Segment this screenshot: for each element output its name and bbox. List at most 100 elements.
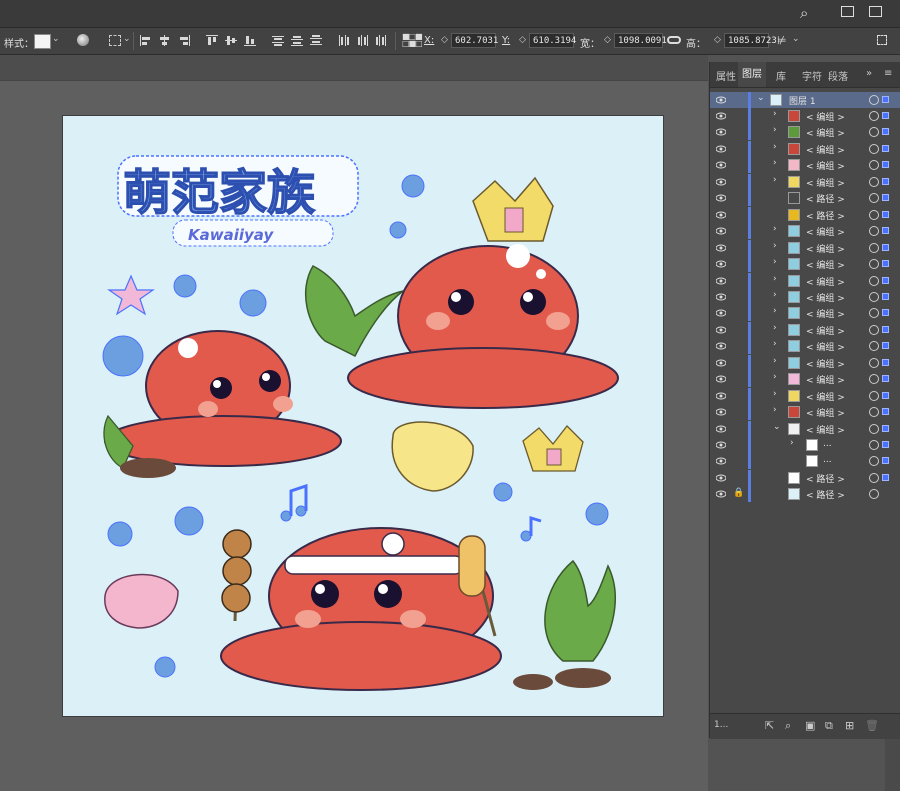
- visibility-eye-icon[interactable]: [715, 243, 727, 253]
- align-vcenter-icon[interactable]: [225, 35, 237, 46]
- distribute-top-icon[interactable]: [272, 35, 284, 46]
- new-layer-icon[interactable]: ⊞: [845, 719, 854, 732]
- selection-indicator[interactable]: [882, 194, 889, 202]
- width-field[interactable]: 1098.0091: [614, 33, 667, 48]
- align-bottom-icon[interactable]: [244, 35, 256, 46]
- delete-icon[interactable]: 🗑: [865, 719, 879, 732]
- distribute-bottom-icon[interactable]: [310, 35, 322, 46]
- visibility-eye-icon[interactable]: [715, 374, 727, 384]
- target-icon[interactable]: [869, 324, 879, 335]
- artboard[interactable]: 萌范家族 Kawaiiyay: [63, 116, 663, 716]
- layer-row-main[interactable]: ⌄ 图层 1: [710, 92, 900, 108]
- target-icon[interactable]: [869, 291, 879, 302]
- arrange-documents-icon[interactable]: [841, 6, 854, 17]
- selection-indicator[interactable]: [882, 408, 889, 416]
- transform-dropdown-icon[interactable]: ⌄: [792, 34, 800, 44]
- y-field[interactable]: 610.3194: [529, 33, 576, 48]
- collapse-chevron-icon[interactable]: ⌄: [773, 422, 781, 432]
- selection-indicator[interactable]: [882, 227, 889, 235]
- layer-name[interactable]: < 路径 >: [806, 209, 845, 222]
- layer-name[interactable]: < 路径 >: [806, 472, 845, 485]
- layer-name[interactable]: < 编组 >: [806, 126, 845, 139]
- layer-row[interactable]: › < 编组 >: [710, 404, 900, 421]
- selection-indicator[interactable]: [882, 457, 889, 465]
- layer-name[interactable]: 图层 1: [789, 94, 816, 107]
- layer-row[interactable]: › < 编组 >: [710, 338, 900, 355]
- locate-object-icon[interactable]: ⌕: [785, 719, 791, 733]
- layer-name[interactable]: < 路径 >: [806, 488, 845, 501]
- visibility-eye-icon[interactable]: [715, 210, 727, 220]
- target-icon[interactable]: [869, 423, 879, 434]
- visibility-eye-icon[interactable]: [715, 177, 727, 187]
- target-icon[interactable]: [869, 308, 879, 319]
- expand-chevron-icon[interactable]: ›: [773, 274, 777, 284]
- target-icon[interactable]: [869, 489, 879, 500]
- visibility-eye-icon[interactable]: [715, 391, 727, 401]
- visibility-eye-icon[interactable]: [715, 407, 727, 417]
- selection-indicator[interactable]: [882, 325, 889, 333]
- align-hcenter-icon[interactable]: [159, 35, 171, 46]
- visibility-eye-icon[interactable]: [715, 341, 727, 351]
- expand-chevron-icon[interactable]: ›: [773, 405, 777, 415]
- visibility-eye-icon[interactable]: [715, 489, 727, 499]
- layer-name[interactable]: < 编组 >: [806, 423, 845, 436]
- expand-chevron-icon[interactable]: ›: [773, 339, 777, 349]
- expand-chevron-icon[interactable]: ›: [773, 323, 777, 333]
- layer-row[interactable]: < 路径 >: [710, 190, 900, 207]
- illustration[interactable]: 萌范家族 Kawaiiyay: [63, 116, 663, 716]
- workspace-icon[interactable]: [869, 6, 882, 17]
- target-icon[interactable]: [869, 176, 879, 187]
- layer-name[interactable]: < 编组 >: [806, 324, 845, 337]
- y-spinner[interactable]: ◇: [517, 33, 528, 48]
- tab-properties[interactable]: 属性: [716, 68, 736, 83]
- constrain-proportions-icon[interactable]: [667, 36, 681, 44]
- visibility-eye-icon[interactable]: [715, 226, 727, 236]
- selection-indicator[interactable]: [882, 144, 889, 152]
- layer-name[interactable]: < 编组 >: [806, 258, 845, 271]
- target-icon[interactable]: [869, 95, 879, 105]
- expand-chevron-icon[interactable]: ⌄: [757, 93, 765, 103]
- style-swatch[interactable]: [34, 34, 51, 49]
- distribute-hcenter-icon[interactable]: [357, 35, 369, 46]
- layer-name[interactable]: < 编组 >: [806, 307, 845, 320]
- visibility-eye-icon[interactable]: [715, 111, 727, 121]
- target-icon[interactable]: [869, 456, 879, 467]
- visibility-eye-icon[interactable]: [715, 193, 727, 203]
- align-top-icon[interactable]: [206, 35, 218, 46]
- expand-chevron-icon[interactable]: ›: [773, 372, 777, 382]
- layer-name[interactable]: < 编组 >: [806, 242, 845, 255]
- layer-name[interactable]: ...: [823, 439, 832, 449]
- export-icon[interactable]: ⇱: [765, 719, 774, 732]
- layer-name[interactable]: ...: [823, 455, 832, 465]
- selection-indicator[interactable]: [882, 161, 889, 169]
- visibility-eye-icon[interactable]: [715, 424, 727, 434]
- layer-name[interactable]: < 编组 >: [806, 406, 845, 419]
- visibility-eye-icon[interactable]: [715, 160, 727, 170]
- layer-name[interactable]: < 编组 >: [806, 357, 845, 370]
- width-spinner[interactable]: ◇: [602, 33, 613, 48]
- tab-libraries[interactable]: 库: [776, 68, 786, 83]
- align-to-icon[interactable]: [109, 35, 121, 46]
- layer-row[interactable]: › < 编组 >: [710, 321, 900, 338]
- expand-chevron-icon[interactable]: ›: [773, 158, 777, 168]
- target-icon[interactable]: [869, 390, 879, 401]
- target-icon[interactable]: [869, 209, 879, 220]
- layer-row[interactable]: › < 编组 >: [710, 124, 900, 141]
- layer-name[interactable]: < 编组 >: [806, 110, 845, 123]
- expand-chevron-icon[interactable]: ›: [773, 142, 777, 152]
- target-icon[interactable]: [869, 226, 879, 237]
- panel-more-icon[interactable]: »: [866, 68, 872, 79]
- selection-indicator[interactable]: [882, 243, 889, 251]
- expand-chevron-icon[interactable]: ›: [773, 290, 777, 300]
- target-icon[interactable]: [869, 407, 879, 418]
- target-icon[interactable]: [869, 143, 879, 154]
- layer-row[interactable]: › < 编组 >: [710, 173, 900, 190]
- layer-row[interactable]: 🔒 < 路径 >: [710, 486, 900, 503]
- selection-indicator[interactable]: [882, 375, 889, 383]
- selection-indicator[interactable]: [882, 112, 889, 119]
- visibility-eye-icon[interactable]: [715, 473, 727, 483]
- visibility-eye-icon[interactable]: [715, 276, 727, 286]
- tab-paragraph[interactable]: 段落: [828, 68, 848, 83]
- visibility-eye-icon[interactable]: [715, 127, 727, 137]
- selection-indicator[interactable]: [882, 260, 889, 268]
